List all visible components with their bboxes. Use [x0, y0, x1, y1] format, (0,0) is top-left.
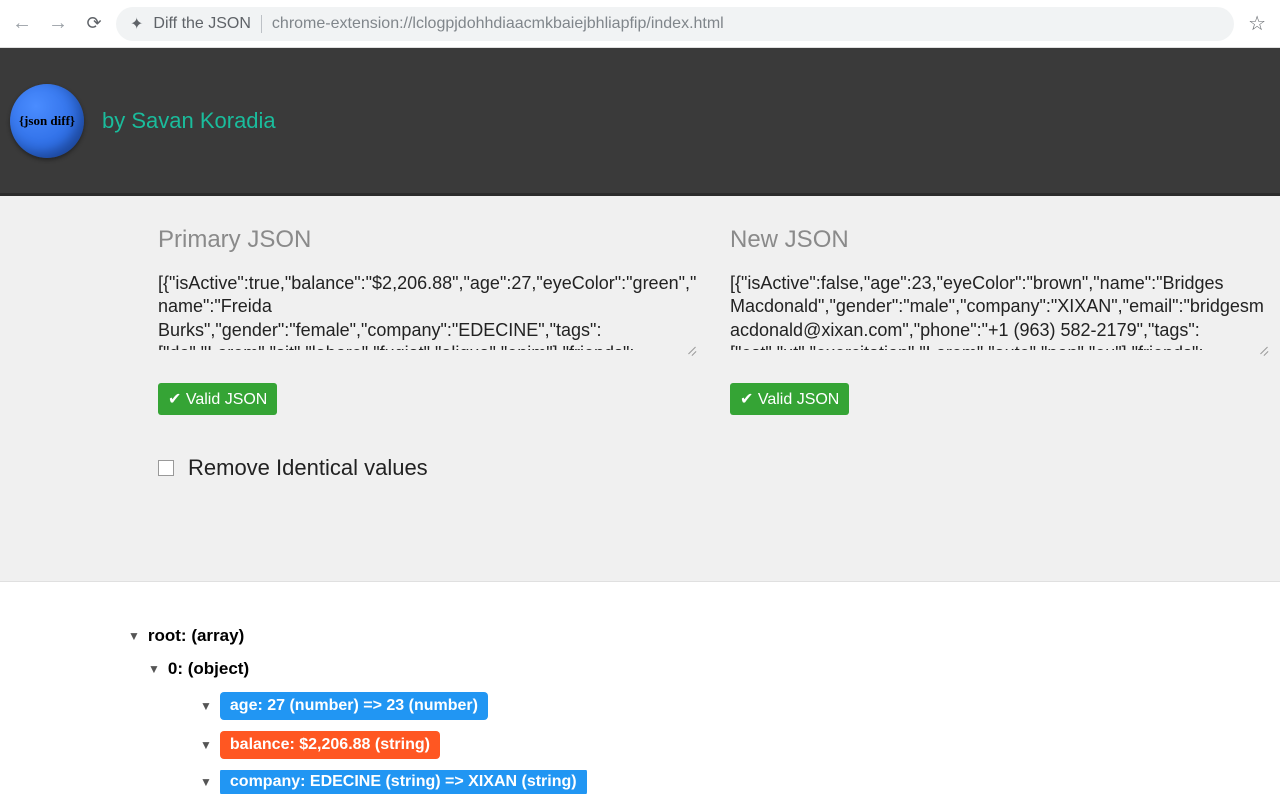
extension-icon: ✦	[130, 14, 143, 34]
resize-handle-icon[interactable]	[1256, 341, 1270, 355]
byline: by Savan Koradia	[102, 108, 276, 134]
app-logo: {json diff}	[10, 84, 84, 158]
diff-row[interactable]: ▼ age: 27 (number) => 23 (number)	[200, 692, 1280, 720]
bookmark-icon[interactable]: ☆	[1242, 11, 1272, 36]
address-bar[interactable]: ✦ Diff the JSON chrome-extension://lclog…	[116, 7, 1234, 41]
page-title: Diff the JSON	[153, 15, 251, 33]
caret-icon: ▼	[200, 699, 212, 713]
diff-company: company: EDECINE (string) => XIXAN (stri…	[220, 770, 587, 794]
tree-root[interactable]: ▼ root: (array)	[128, 626, 1280, 646]
resize-handle-icon[interactable]	[684, 341, 698, 355]
diff-results: ▼ root: (array) ▼ 0: (object) ▼ age: 27 …	[0, 582, 1280, 794]
primary-valid-badge: ✔ Valid JSON	[158, 383, 277, 415]
primary-json-input[interactable]	[158, 272, 698, 350]
input-section: Primary JSON ✔ Valid JSON New JSON ✔ Val…	[0, 196, 1280, 582]
new-valid-badge: ✔ Valid JSON	[730, 383, 849, 415]
caret-icon: ▼	[128, 629, 140, 643]
diff-row[interactable]: ▼ company: EDECINE (string) => XIXAN (st…	[200, 770, 1280, 794]
remove-identical-row: Remove Identical values	[158, 455, 1280, 481]
logo-text: {json diff}	[19, 113, 75, 129]
address-separator	[261, 15, 262, 33]
forward-button[interactable]: →	[44, 10, 72, 38]
tree-node-0-label: 0: (object)	[168, 659, 249, 679]
primary-json-label: Primary JSON	[158, 226, 722, 254]
new-json-input[interactable]	[730, 272, 1270, 350]
back-button[interactable]: ←	[8, 10, 36, 38]
caret-icon: ▼	[200, 738, 212, 752]
diff-row[interactable]: ▼ balance: $2,206.88 (string)	[200, 731, 1280, 759]
new-json-label: New JSON	[730, 226, 1280, 254]
diff-balance: balance: $2,206.88 (string)	[220, 731, 440, 759]
primary-column: Primary JSON ✔ Valid JSON	[158, 226, 730, 415]
tree-root-label: root: (array)	[148, 626, 244, 646]
caret-icon: ▼	[148, 662, 160, 676]
remove-identical-label: Remove Identical values	[188, 455, 428, 481]
browser-toolbar: ← → ⟳ ✦ Diff the JSON chrome-extension:/…	[0, 0, 1280, 48]
app-header: {json diff} by Savan Koradia	[0, 48, 1280, 196]
page-url: chrome-extension://lclogpjdohhdiaacmkbai…	[272, 15, 1220, 33]
remove-identical-checkbox[interactable]	[158, 460, 174, 476]
new-column: New JSON ✔ Valid JSON	[730, 226, 1280, 415]
caret-icon: ▼	[200, 775, 212, 789]
reload-button[interactable]: ⟳	[80, 10, 108, 38]
diff-age: age: 27 (number) => 23 (number)	[220, 692, 488, 720]
tree-node-0[interactable]: ▼ 0: (object)	[148, 659, 1280, 679]
